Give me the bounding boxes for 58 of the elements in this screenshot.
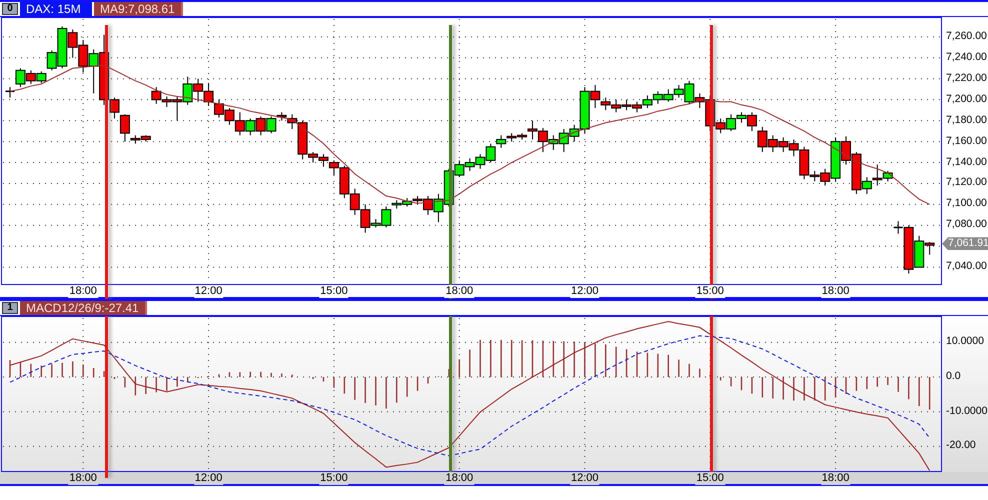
- time-axis-label: 15:00: [695, 472, 725, 485]
- price-axis-label: 7,220.00: [946, 72, 987, 85]
- time-axis-label: 18:00: [68, 285, 98, 298]
- time-axis-label: 18:00: [444, 472, 474, 485]
- symbol-label: DAX: 15M: [20, 2, 92, 16]
- candlestick: [506, 132, 517, 142]
- indicator-label: MA9:7,098.61: [94, 2, 183, 16]
- macd-axis-label: -10.0000: [946, 404, 988, 418]
- candlestick: [256, 116, 266, 136]
- candlestick: [26, 70, 36, 84]
- time-axis-label: 18:00: [820, 472, 850, 485]
- candlestick: [475, 154, 486, 170]
- candlestick: [402, 198, 412, 207]
- time-axis-label: 15:00: [319, 472, 349, 485]
- time-axis-label: 12:00: [194, 285, 224, 298]
- macd-axis-label: 10.0000: [946, 335, 984, 348]
- candlestick: [318, 154, 328, 168]
- candlestick: [642, 95, 652, 109]
- candlestick: [224, 108, 234, 126]
- macd-axis-label: 0.0: [946, 370, 961, 383]
- price-axis-label: 7,240.00: [946, 50, 987, 64]
- price-axis-label: 7,260.00: [946, 30, 987, 43]
- candlestick: [214, 99, 224, 118]
- candlestick: [611, 99, 622, 113]
- time-axis-label: 12:00: [570, 472, 600, 485]
- candlestick: [193, 78, 204, 102]
- price-axis-label: 7,160.00: [946, 134, 987, 148]
- time-axis-label: 12:00: [570, 285, 600, 298]
- candlestick: [350, 188, 360, 216]
- macd-axis-label: -20.00: [946, 439, 976, 452]
- candlestick: [632, 101, 642, 113]
- time-axis-label: 18:00: [820, 285, 850, 298]
- price-axis-label: 7,140.00: [946, 156, 987, 169]
- candlestick: [464, 158, 475, 172]
- panel-index-button[interactable]: 0: [2, 3, 18, 15]
- candlestick: [663, 88, 674, 102]
- time-axis-label: 12:00: [194, 472, 224, 485]
- candlestick: [182, 76, 193, 106]
- panel-index-button[interactable]: 1: [2, 302, 18, 314]
- candlestick: [778, 136, 788, 153]
- candlestick: [78, 40, 88, 73]
- price-axis-label: 7,080.00: [946, 218, 987, 232]
- price-axis-label: 7,120.00: [946, 176, 987, 190]
- candlestick: [234, 112, 245, 136]
- candlestick: [622, 99, 632, 111]
- price-axis-label: 7,100.00: [946, 197, 987, 210]
- last-price-tag: 7,061.91: [942, 237, 988, 250]
- price-axis-label: 7,200.00: [946, 92, 987, 106]
- time-axis-label: 15:00: [319, 285, 349, 298]
- candlestick: [652, 90, 663, 104]
- price-axis-label: 7,180.00: [946, 114, 987, 127]
- candlestick: [245, 118, 256, 136]
- time-axis-label: 18:00: [68, 472, 98, 485]
- indicator-label: MACD12/26/9:-27.41: [20, 301, 147, 315]
- price-axis-label: 7,040.00: [946, 260, 987, 274]
- candlestick: [204, 82, 214, 106]
- time-axis-label: 15:00: [695, 285, 725, 298]
- time-axis-label: 18:00: [444, 285, 474, 298]
